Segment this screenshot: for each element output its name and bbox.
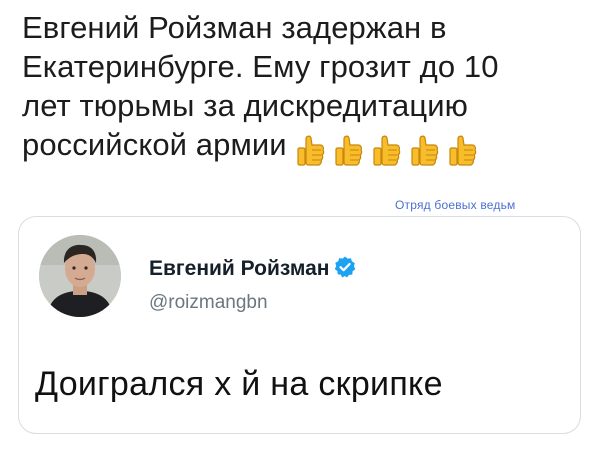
headline-line-3: лет тюрьмы за дискредитацию [22,88,469,123]
headline-line-2: Екатеринбурге. Ему грозит до 10 [22,49,499,84]
headline-line-4: российской армии [22,125,582,168]
watermark: Отряд боевых ведьм [395,198,516,212]
tweet-author-name[interactable]: Евгений Ройзман [149,255,357,281]
thumbs-up-icon [409,134,439,168]
thumbs-up-icon [295,134,325,168]
tweet-handle[interactable]: @roizmangbn [149,292,268,314]
avatar[interactable] [39,235,121,317]
tweet-text: Доигрался х й на скрипке [35,365,443,403]
tweet-card[interactable]: Евгений Ройзман @roizmangbn Доигрался х … [18,216,581,434]
avatar-photo [39,235,121,317]
thumbs-up-icon [447,134,477,168]
author-name-text: Евгений Ройзман [149,257,330,280]
thumbs-up-icon [371,134,401,168]
thumbs-up-icon [333,134,363,168]
headline: Евгений Ройзман задержан в Екатеринбурге… [22,8,582,168]
headline-line-4-text: российской армии [22,127,287,162]
thumbs-up-row [295,129,485,168]
verified-badge-icon [335,256,356,278]
headline-line-1: Евгений Ройзман задержан в [22,10,447,45]
